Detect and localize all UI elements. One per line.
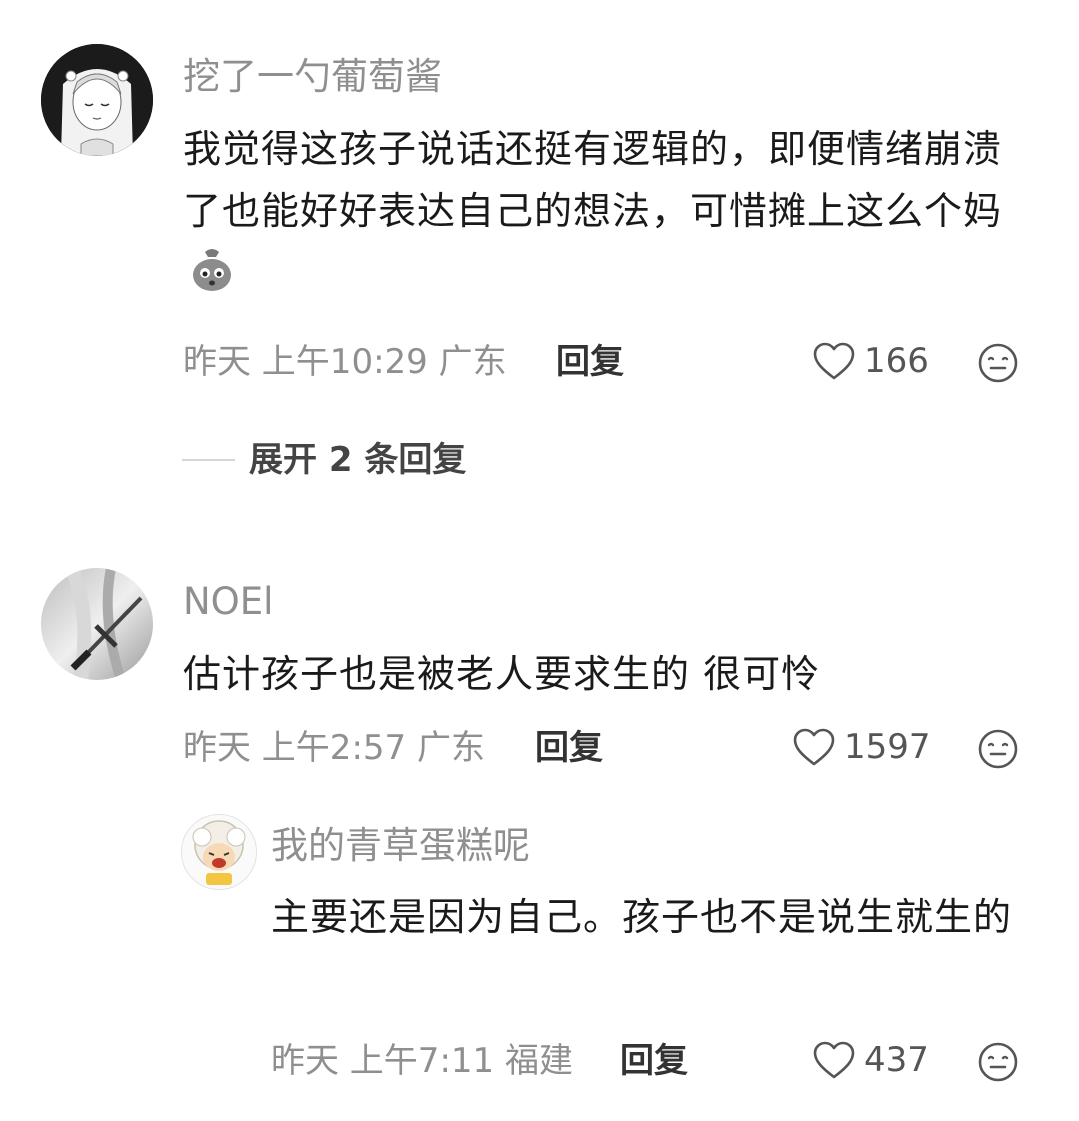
comment-username[interactable]: NOEl — [183, 583, 273, 620]
emoji-face-icon — [978, 1042, 1018, 1082]
emoji-reaction-button[interactable] — [977, 728, 1019, 770]
crying-sheep-avatar-image — [182, 815, 256, 889]
comment-location: 广东 — [438, 342, 507, 382]
like-count: 166 — [864, 341, 929, 381]
reply-text-body: 主要还是因为自己。孩子也不是说生就生的 — [271, 895, 1013, 939]
emoji-face-icon — [978, 729, 1018, 769]
emoji-face-icon — [978, 343, 1018, 383]
comment-username[interactable]: 挖了一勺葡萄酱 — [183, 58, 442, 95]
heart-outline-icon — [813, 1041, 855, 1079]
like-button[interactable]: 166 — [812, 341, 929, 381]
reply-username[interactable]: 我的青草蛋糕呢 — [271, 827, 530, 864]
sack-face-emoji-icon — [187, 244, 237, 294]
emoji-reaction-button[interactable] — [977, 1041, 1019, 1083]
reply-meta: 昨天 上午7:11 福建 — [271, 1044, 573, 1078]
comment-text: 我觉得这孩子说话还挺有逻辑的，即便情绪崩溃了也能好好表达自己的想法，可惜摊上这么… — [183, 118, 1028, 304]
comment-text-body: 估计孩子也是被老人要求生的 很可怜 — [183, 652, 821, 696]
like-button[interactable]: 1597 — [792, 727, 931, 767]
expand-replies-button[interactable]: 展开 2 条回复 — [249, 443, 466, 477]
comment-time: 昨天 上午2:57 — [183, 728, 407, 768]
reply-text: 主要还是因为自己。孩子也不是说生就生的 — [271, 886, 1031, 948]
sword-avatar-image — [41, 568, 153, 680]
reply-button[interactable]: 回复 — [535, 731, 603, 765]
heart-outline-icon — [793, 728, 835, 766]
comment-time: 昨天 上午10:29 — [183, 342, 428, 382]
comment-location: 广东 — [416, 728, 485, 768]
comment-text-body: 我觉得这孩子说话还挺有逻辑的，即便情绪崩溃了也能好好表达自己的想法，可惜摊上这么… — [183, 127, 1003, 233]
reply-time: 昨天 上午7:11 — [271, 1041, 495, 1081]
comment-meta: 昨天 上午10:29 广东 — [183, 345, 507, 379]
anime-girl-avatar[interactable] — [41, 44, 153, 156]
emoji-reaction-button[interactable] — [977, 342, 1019, 384]
heart-outline-icon — [813, 342, 855, 380]
like-button[interactable]: 437 — [812, 1040, 929, 1080]
anime-girl-avatar-image — [41, 44, 153, 156]
comment-text: 估计孩子也是被老人要求生的 很可怜 — [183, 643, 1028, 705]
reply-button[interactable]: 回复 — [556, 345, 624, 379]
crying-sheep-avatar[interactable] — [181, 814, 257, 890]
sword-avatar[interactable] — [41, 568, 153, 680]
expand-divider — [182, 459, 235, 461]
like-count: 437 — [864, 1040, 929, 1080]
reply-button[interactable]: 回复 — [620, 1044, 688, 1078]
comment-meta: 昨天 上午2:57 广东 — [183, 731, 485, 765]
like-count: 1597 — [844, 727, 931, 767]
reply-location: 福建 — [504, 1041, 573, 1081]
